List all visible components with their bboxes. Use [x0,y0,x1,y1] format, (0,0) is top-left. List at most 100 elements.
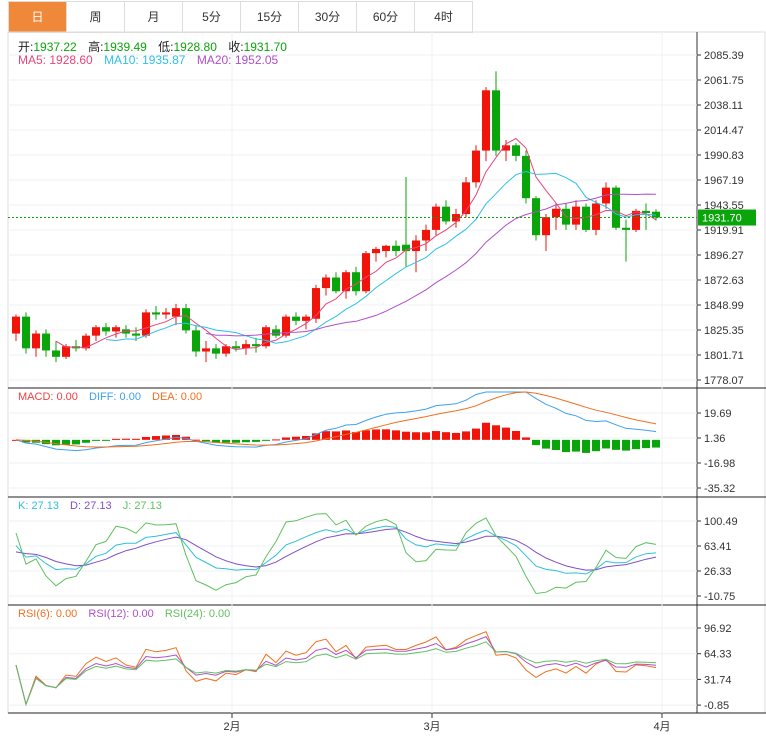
candle-up [32,333,40,349]
candle-down [512,145,520,156]
candle-up [572,206,580,225]
kdj-tick-label: 63.41 [704,541,732,553]
candle-up [372,248,380,254]
k-line [15,525,657,575]
candle-down [522,155,530,199]
macd-bar [392,430,400,440]
macd-bar [512,430,520,440]
price-tick-label: 1801.71 [704,350,744,362]
candle-up [472,150,480,183]
macd-bar [102,439,110,441]
macd-bar [272,439,280,441]
candle-down [42,333,50,351]
candle-down [492,90,500,151]
ma20-value: MA20: 1952.05 [196,53,279,67]
candle-down [192,330,200,352]
open-value: 1937.22 [33,40,77,54]
macd-bar [362,430,370,440]
price-tick-label: 1825.35 [704,325,744,337]
candle-up [112,327,120,332]
macd-tick-label: 19.69 [704,408,732,420]
low-label: 低: [158,40,174,54]
candle-down [612,187,620,228]
macd-bar [642,439,650,449]
rsi12-value: RSI(12): 0.00 [88,608,154,620]
candle-up [302,316,310,321]
candle-down [102,327,110,332]
macd-bar [292,436,300,440]
candle-down [272,329,280,336]
x-tick-label: 2月 [223,721,240,733]
macd-bar [602,439,610,449]
kline-widget: 日 周 月 5分 15分 30分 60分 4时 2085.39 2061.75 20… [0,0,766,745]
price-tick-label: 1896.27 [704,250,744,262]
x-tick-label: 3月 [423,721,440,733]
macd-bar [382,429,390,440]
macd-bar [252,439,260,442]
macd-bar [142,436,150,440]
rsi24-value: RSI(24): 0.00 [164,608,231,620]
macd-bar [422,432,430,440]
candle-up [362,253,370,292]
candle-down [332,277,340,292]
ma5-value: MA5: 1928.60 [18,53,93,67]
price-tick-label: 1990.83 [704,150,744,162]
macd-bar [442,432,450,440]
candle-up [422,229,430,241]
rsi-tick-label: -0.85 [704,700,729,712]
candle-up [162,312,170,315]
candle-down [622,227,630,230]
candle-up [432,206,440,230]
kdj-tick-label: 100.49 [704,516,738,528]
macd-bar [452,432,460,440]
candle-up [412,240,420,252]
price-tick-label: 2085.39 [704,50,744,62]
dea-value: DEA: 0.00 [152,391,203,403]
candle-up [462,182,470,215]
candle-down [22,316,30,349]
kline-chart[interactable]: 2085.39 2061.75 2038.11 2014.47 1990.83 1967.… [0,0,766,745]
macd-bar [632,439,640,450]
candle-down [642,210,650,213]
macd-tick-label: -16.98 [704,458,735,470]
candle-up [312,288,320,319]
close-value: 1931.70 [243,40,287,54]
close-label: 收: [228,40,244,54]
macd-bar [132,438,140,440]
macd-bar [462,431,470,440]
price-tick-label: 1919.91 [704,225,744,237]
high-value: 1939.49 [103,40,147,54]
ma10-value: MA10: 1935.87 [104,53,186,67]
candle-down [582,206,590,230]
macd-bar [492,425,500,440]
macd-tick-label: -35.32 [704,483,735,495]
macd-value: MACD: 0.00 [18,391,78,403]
macd-bar [402,431,410,440]
candle-up [202,348,210,352]
rsi-legend: RSI(6): 0.00 RSI(12): 0.00 RSI(24): 0.00 [18,608,238,620]
rsi-tick-label: 64.33 [704,649,732,661]
open-label: 开: [18,40,34,54]
price-tick-label: 1967.19 [704,175,744,187]
candle-up [12,316,20,334]
price-tick-label: 1848.99 [704,300,744,312]
macd-legend: MACD: 0.00 DIFF: 0.00 DEA: 0.00 [18,391,210,403]
candle-down [182,308,190,331]
d-line [15,528,657,571]
candle-down [52,350,60,357]
rsi-tick-label: 96.92 [704,623,732,635]
macd-bar [282,437,290,440]
macd-bar [232,439,240,443]
macd-bar [652,439,660,448]
macd-bar [592,439,600,452]
rsi-tick-label: 31.74 [704,674,732,686]
kdj-tick-label: -10.75 [704,591,735,603]
macd-bar [222,439,230,443]
candle-down [212,348,220,354]
candle-down [442,206,450,222]
macd-bar [82,439,90,443]
candle-up [172,308,180,317]
price-tick-label: 2061.75 [704,75,744,87]
macd-bar [532,439,540,446]
candle-down [232,346,240,349]
